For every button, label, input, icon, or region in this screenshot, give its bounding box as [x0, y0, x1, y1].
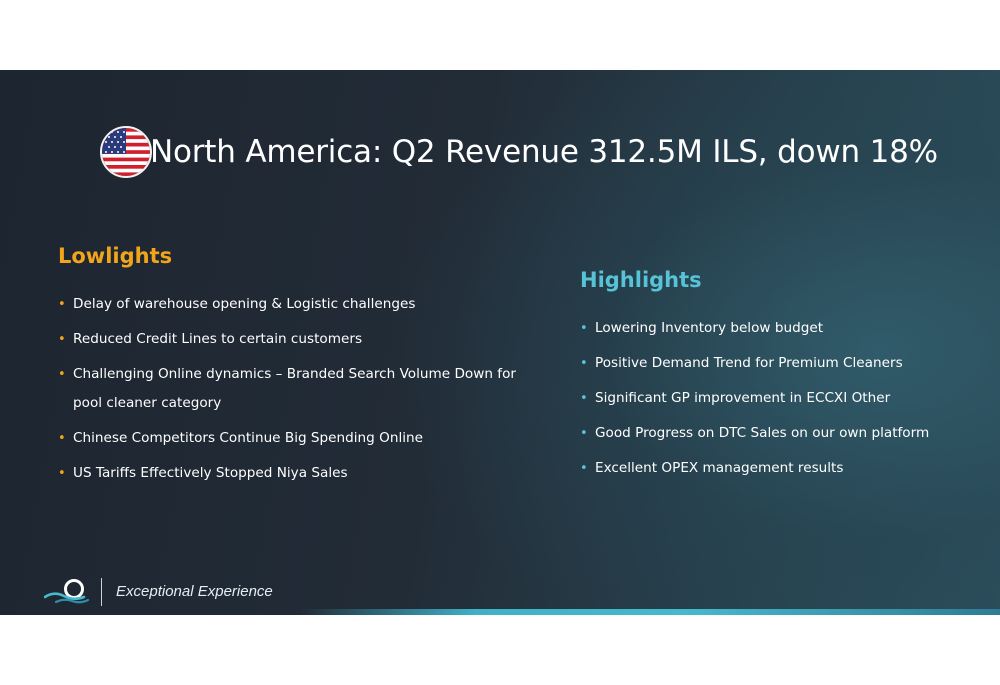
slide-title: North America: Q2 Revenue 312.5M ILS, do… [150, 134, 938, 170]
bullet-icon: • [58, 297, 66, 312]
lowlights-list: • Delay of warehouse opening & Logistic c… [58, 290, 538, 488]
highlights-list: • Lowering Inventory below budget • Positi… [580, 314, 980, 483]
bullet-icon: • [580, 461, 588, 476]
list-item: • US Tariffs Effectively Stopped Niya Sal… [58, 459, 538, 488]
list-item: • Excellent OPEX management results [580, 454, 980, 483]
bullet-icon: • [580, 391, 588, 406]
lowlights-section: Lowlights • Delay of warehouse opening & … [58, 242, 538, 494]
list-item-text: Delay of warehouse opening & Logistic ch… [73, 296, 416, 312]
list-item: • Reduced Credit Lines to certain custome… [58, 325, 538, 354]
footer-tagline: Exceptional Experience [116, 583, 273, 600]
bullet-icon: • [58, 431, 66, 446]
bullet-icon: • [58, 367, 66, 382]
list-item-text: Challenging Online dynamics – Branded Se… [73, 366, 516, 411]
list-item: • Chinese Competitors Continue Big Spendi… [58, 424, 538, 453]
bullet-icon: • [580, 321, 588, 336]
list-item: • Lowering Inventory below budget [580, 314, 980, 343]
list-item-text: US Tariffs Effectively Stopped Niya Sale… [73, 465, 348, 481]
list-item: • Significant GP improvement in ECCXI Oth… [580, 384, 980, 413]
lowlights-heading: Lowlights [58, 244, 173, 268]
list-item-text: Significant GP improvement in ECCXI Othe… [595, 390, 891, 406]
list-item-text: Good Progress on DTC Sales on our own pl… [595, 425, 930, 441]
highlights-section: Highlights • Lowering Inventory below bud… [580, 266, 980, 489]
bullet-icon: • [580, 356, 588, 371]
list-item: • Challenging Online dynamics – Branded S… [58, 360, 538, 418]
bullet-icon: • [580, 426, 588, 441]
footer-divider [101, 578, 102, 606]
list-item-text: Positive Demand Trend for Premium Cleane… [595, 355, 903, 371]
slide: North America: Q2 Revenue 312.5M ILS, do… [0, 70, 1000, 615]
wave-logo-icon [43, 578, 92, 608]
list-item-text: Reduced Credit Lines to certain customer… [73, 331, 363, 347]
list-item-text: Chinese Competitors Continue Big Spendin… [73, 430, 423, 446]
footer-accent-bar [300, 609, 1000, 615]
highlights-heading: Highlights [580, 268, 702, 292]
list-item-text: Lowering Inventory below budget [595, 320, 824, 336]
list-item: • Good Progress on DTC Sales on our own p… [580, 419, 980, 448]
bullet-icon: • [58, 466, 66, 481]
list-item: • Positive Demand Trend for Premium Clean… [580, 349, 980, 378]
list-item: • Delay of warehouse opening & Logistic c… [58, 290, 538, 319]
us-flag-icon [100, 126, 152, 178]
list-item-text: Excellent OPEX management results [595, 460, 844, 476]
bullet-icon: • [58, 332, 66, 347]
